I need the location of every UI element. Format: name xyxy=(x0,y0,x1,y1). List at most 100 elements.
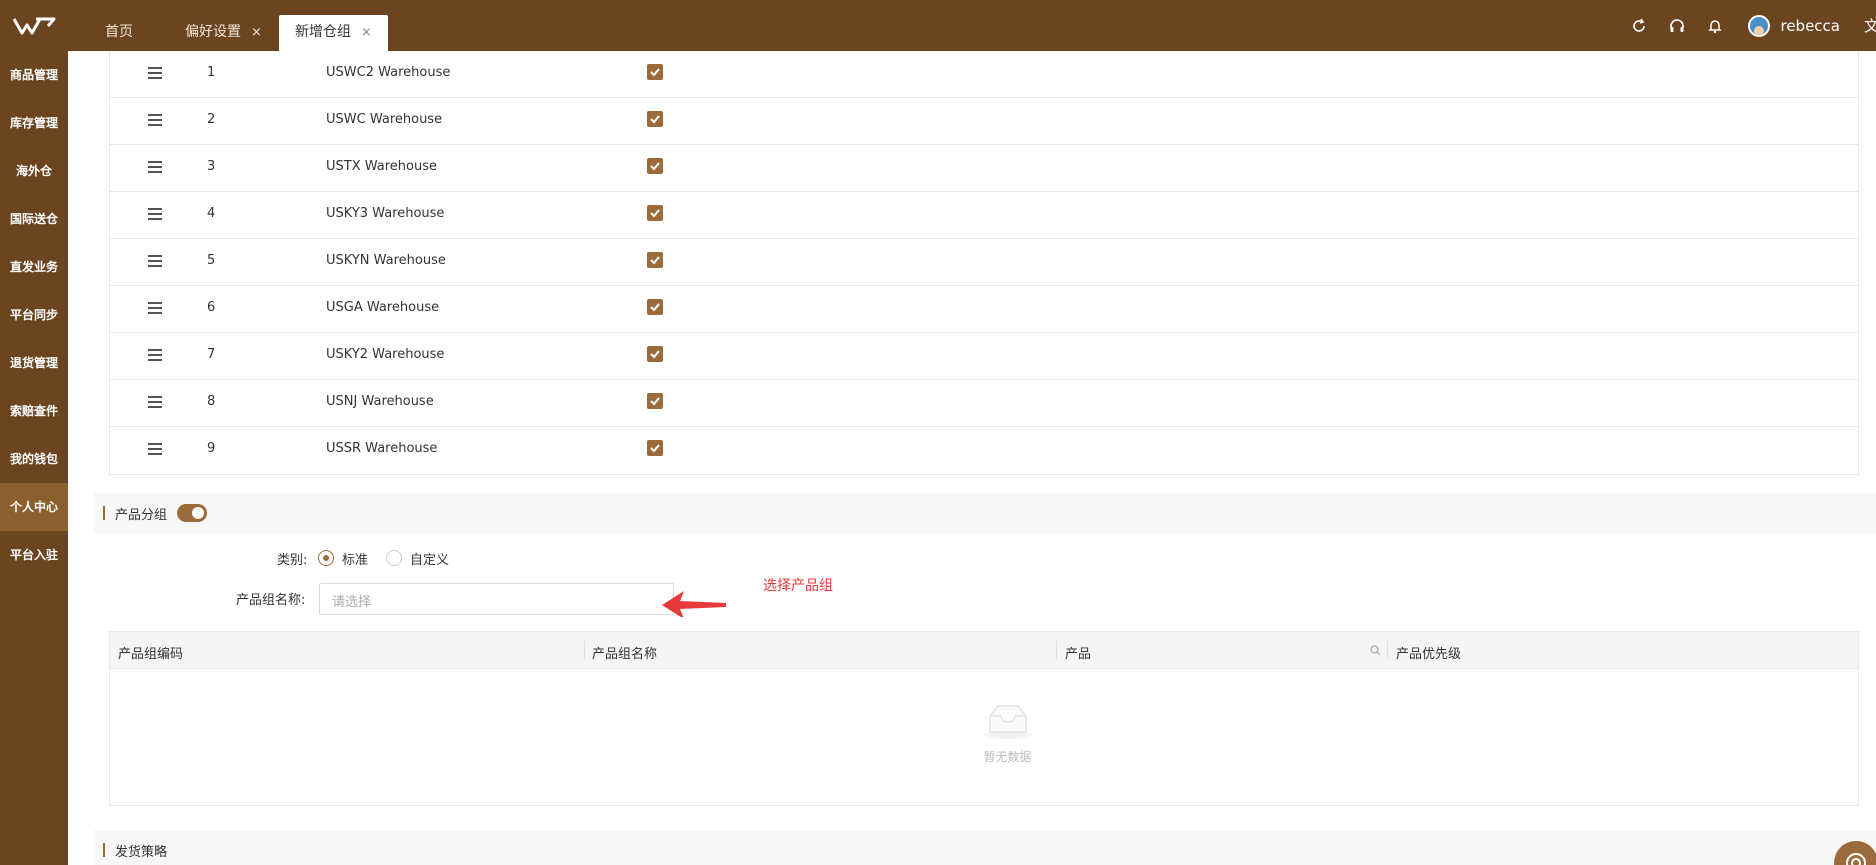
sidebar-item-international-delivery[interactable]: 国际送仓 xyxy=(0,195,68,243)
column-header-priority: 产品优先级 xyxy=(1396,647,1462,662)
warehouse-checkbox[interactable] xyxy=(647,252,663,268)
drag-handle-icon[interactable] xyxy=(148,349,162,361)
tab-label: 新增仓组 xyxy=(295,24,351,40)
table-row: 3 USTX Warehouse xyxy=(110,145,1858,192)
warehouse-checkbox[interactable] xyxy=(647,158,663,174)
radio-custom[interactable] xyxy=(386,550,402,566)
sidebar-item-platform-sync[interactable]: 平台同步 xyxy=(0,291,68,339)
logo-icon xyxy=(12,17,56,34)
tab-home[interactable]: 首页 xyxy=(105,15,133,51)
drag-handle-icon[interactable] xyxy=(148,208,162,220)
search-icon[interactable] xyxy=(1370,645,1381,656)
user-menu[interactable]: rebecca xyxy=(1748,14,1840,37)
warehouse-name: USSR Warehouse xyxy=(326,441,438,456)
radio-custom-label[interactable]: 自定义 xyxy=(410,549,449,568)
table-header: 产品组编码 产品组名称 产品 产品优先级 xyxy=(110,632,1858,669)
row-index: 2 xyxy=(207,112,216,127)
product-group-table: 产品组编码 产品组名称 产品 产品优先级 暂无数据 xyxy=(109,631,1859,806)
floating-action-button[interactable] xyxy=(1834,841,1876,865)
table-row: 2 USWC Warehouse xyxy=(110,98,1858,145)
column-header-name: 产品组名称 xyxy=(592,647,658,662)
tab-label: 偏好设置 xyxy=(185,24,241,40)
warehouse-checkbox[interactable] xyxy=(647,299,663,315)
warehouse-name: USWC Warehouse xyxy=(326,112,443,127)
headset-icon[interactable] xyxy=(1658,0,1696,51)
row-index: 9 xyxy=(207,441,216,456)
section-marker xyxy=(103,506,105,520)
warehouse-name: USKYN Warehouse xyxy=(326,253,446,268)
warehouse-checkbox[interactable] xyxy=(647,440,663,456)
warehouse-table: 1 USWC2 Warehouse 2 USWC Warehouse 3 UST… xyxy=(109,51,1859,475)
column-header-code: 产品组编码 xyxy=(118,647,184,662)
row-index: 1 xyxy=(207,65,216,80)
row-index: 6 xyxy=(207,300,216,315)
tab-preferences[interactable]: 偏好设置 × xyxy=(185,15,262,51)
row-index: 3 xyxy=(207,159,216,174)
sidebar-item-inventory[interactable]: 库存管理 xyxy=(0,99,68,147)
table-row: 7 USKY2 Warehouse xyxy=(110,333,1858,380)
row-index: 4 xyxy=(207,206,216,221)
sidebar-item-returns[interactable]: 退货管理 xyxy=(0,339,68,387)
empty-text: 暂无数据 xyxy=(983,750,1032,764)
product-group-select[interactable]: 请选择 xyxy=(319,583,674,615)
empty-box-icon xyxy=(982,705,1033,739)
close-icon[interactable]: × xyxy=(251,25,262,40)
section-marker xyxy=(103,843,105,857)
sidebar-item-wallet[interactable]: 我的钱包 xyxy=(0,435,68,483)
tab-add-warehouse-group[interactable]: 新增仓组 × xyxy=(279,15,388,51)
sidebar-item-products[interactable]: 商品管理 xyxy=(0,51,68,99)
warehouse-checkbox[interactable] xyxy=(647,346,663,362)
sidebar-item-direct-shipping[interactable]: 直发业务 xyxy=(0,243,68,291)
refresh-icon[interactable] xyxy=(1620,0,1658,51)
table-row: 6 USGA Warehouse xyxy=(110,286,1858,333)
sidebar-item-overseas-warehouse[interactable]: 海外仓 xyxy=(0,147,68,195)
product-group-section-header: 产品分组 xyxy=(94,493,1876,533)
row-index: 7 xyxy=(207,347,216,362)
radio-standard-label[interactable]: 标准 xyxy=(342,549,368,568)
warehouse-name: USKY3 Warehouse xyxy=(326,206,445,221)
row-index: 8 xyxy=(207,394,216,409)
main-content: 1 USWC2 Warehouse 2 USWC Warehouse 3 UST… xyxy=(68,51,1876,865)
warehouse-name: USWC2 Warehouse xyxy=(326,65,451,80)
row-index: 5 xyxy=(207,253,216,268)
warehouse-checkbox[interactable] xyxy=(647,205,663,221)
sidebar-item-personal-center[interactable]: 个人中心 xyxy=(0,483,68,531)
product-group-name-label: 产品组名称: xyxy=(236,593,306,608)
sidebar: 商品管理 库存管理 海外仓 国际送仓 直发业务 平台同步 退货管理 索赔查件 我… xyxy=(0,51,68,865)
empty-state: 暂无数据 xyxy=(980,702,1035,765)
language-switch[interactable]: 文 xyxy=(1864,15,1876,36)
table-row: 8 USNJ Warehouse xyxy=(110,380,1858,427)
close-icon[interactable]: × xyxy=(361,25,372,40)
radio-standard[interactable] xyxy=(318,550,334,566)
avatar xyxy=(1748,14,1771,37)
section-title: 发货策略 xyxy=(115,844,168,860)
product-group-toggle[interactable] xyxy=(177,504,208,522)
category-label: 类别: xyxy=(277,553,308,568)
top-bar: 首页 偏好设置 × 新增仓组 × rebecca 文 xyxy=(0,0,1876,51)
section-title: 产品分组 xyxy=(115,507,168,523)
warehouse-name: USTX Warehouse xyxy=(326,159,437,174)
drag-handle-icon[interactable] xyxy=(148,396,162,408)
drag-handle-icon[interactable] xyxy=(148,302,162,314)
sidebar-item-claims[interactable]: 索赔查件 xyxy=(0,387,68,435)
username: rebecca xyxy=(1780,16,1840,35)
drag-handle-icon[interactable] xyxy=(148,255,162,267)
warehouse-checkbox[interactable] xyxy=(647,111,663,127)
drag-handle-icon[interactable] xyxy=(148,114,162,126)
top-actions: rebecca 文 xyxy=(1620,0,1876,51)
drag-handle-icon[interactable] xyxy=(148,161,162,173)
warehouse-checkbox[interactable] xyxy=(647,393,663,409)
tab-label: 首页 xyxy=(105,24,133,40)
warehouse-name: USNJ Warehouse xyxy=(326,394,434,409)
table-row: 1 USWC2 Warehouse xyxy=(110,51,1858,98)
bell-icon[interactable] xyxy=(1696,0,1734,51)
drag-handle-icon[interactable] xyxy=(148,67,162,79)
annotation-text: 选择产品组 xyxy=(763,578,833,594)
warehouse-checkbox[interactable] xyxy=(647,64,663,80)
drag-handle-icon[interactable] xyxy=(148,443,162,455)
annotation-arrow-icon xyxy=(662,591,726,617)
logo[interactable] xyxy=(0,0,68,51)
sidebar-item-platform-onboarding[interactable]: 平台入驻 xyxy=(0,531,68,579)
table-row: 4 USKY3 Warehouse xyxy=(110,192,1858,239)
select-placeholder: 请选择 xyxy=(332,595,372,610)
